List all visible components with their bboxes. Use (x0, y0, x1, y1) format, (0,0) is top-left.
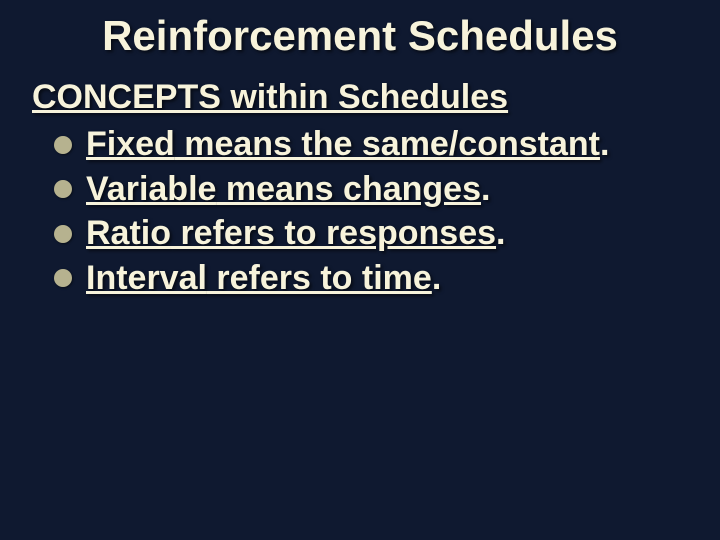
definition-text: refers to responses (171, 214, 496, 252)
term-text: Interval (86, 259, 207, 297)
term-text: Variable (86, 170, 216, 208)
list-item: Variable means changes. (54, 168, 680, 211)
period: . (600, 125, 609, 163)
period: . (432, 259, 441, 297)
term-text: Fixed (86, 125, 175, 163)
slide-subtitle: CONCEPTS within Schedules (32, 78, 680, 117)
definition-text: means changes (216, 170, 481, 208)
definition-text: means the same/constant (175, 125, 600, 163)
slide: Reinforcement Schedules CONCEPTS within … (0, 0, 720, 540)
slide-title: Reinforcement Schedules (40, 12, 680, 60)
period: . (481, 170, 490, 208)
list-item: Fixed means the same/constant. (54, 123, 680, 166)
term-text: Ratio (86, 214, 171, 252)
list-item: Interval refers to time. (54, 257, 680, 300)
definition-text: refers to time (207, 259, 432, 297)
list-item: Ratio refers to responses. (54, 212, 680, 255)
period: . (496, 214, 505, 252)
bullet-list: Fixed means the same/constant. Variable … (40, 123, 680, 299)
